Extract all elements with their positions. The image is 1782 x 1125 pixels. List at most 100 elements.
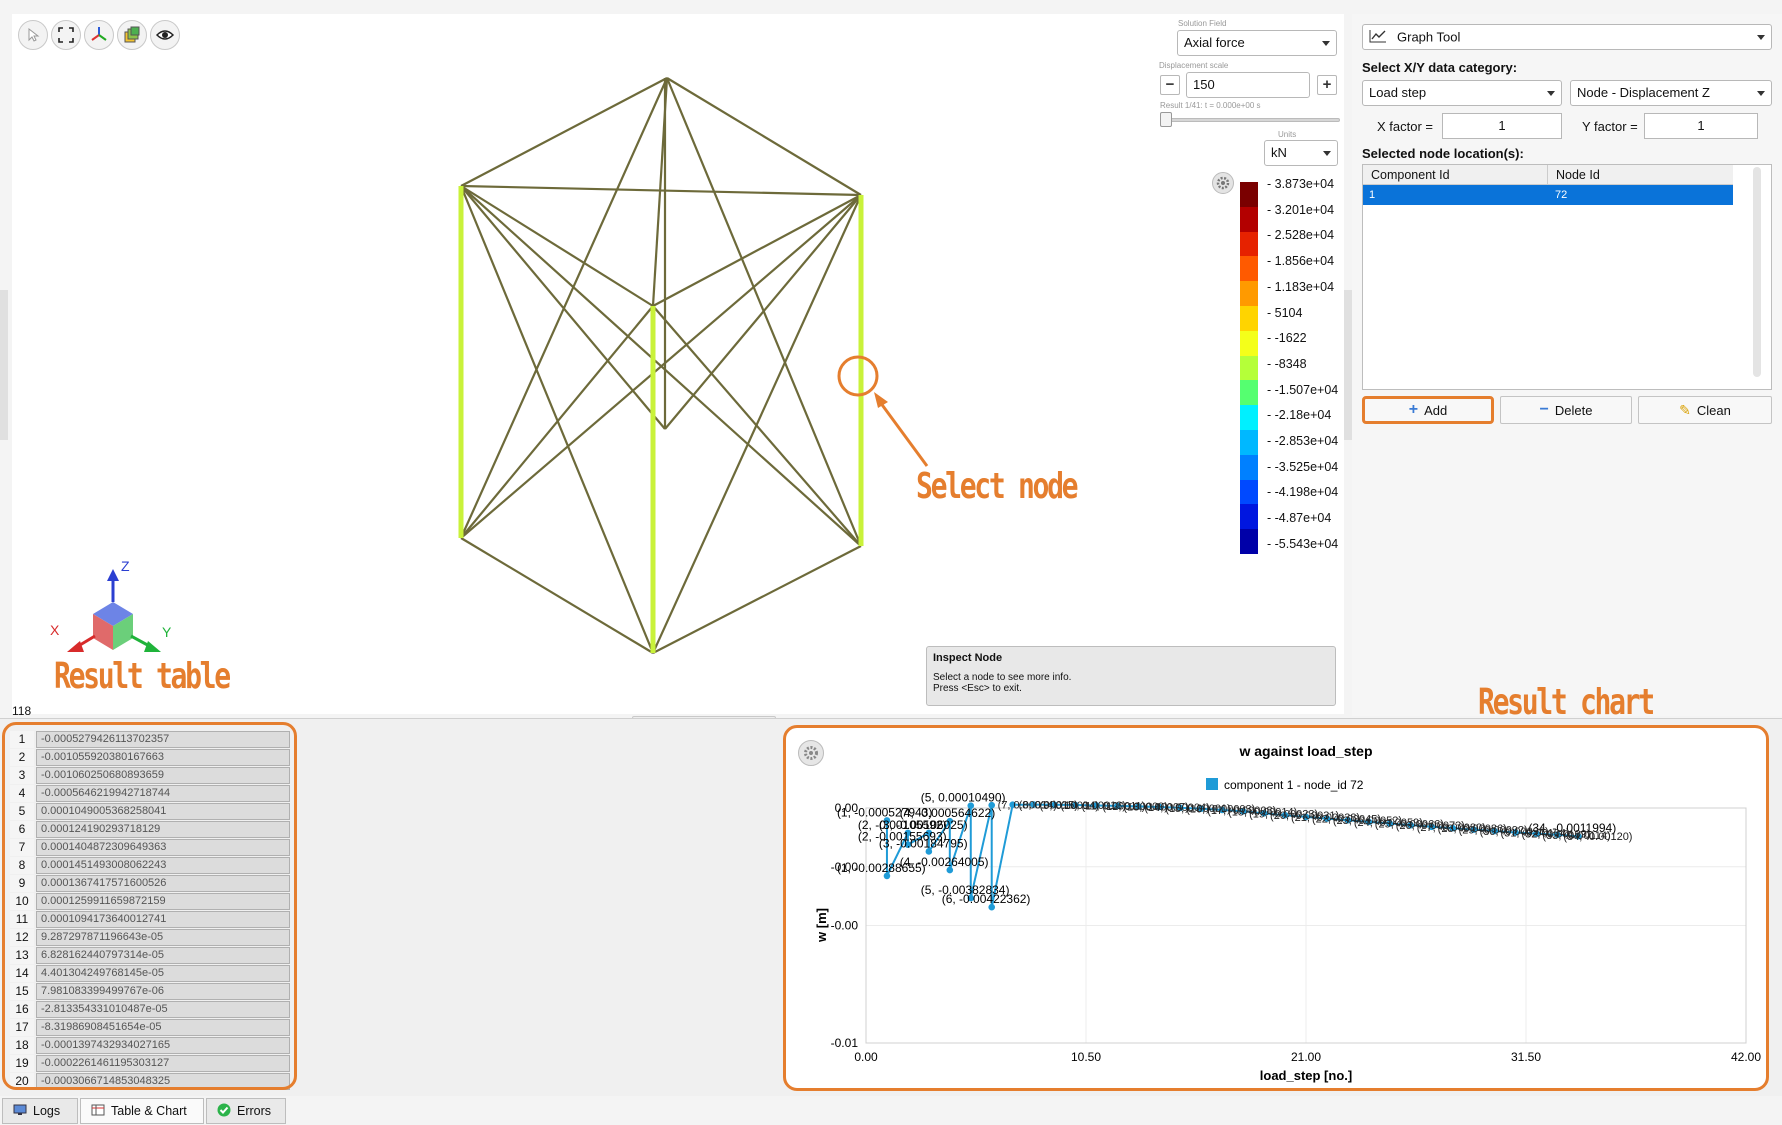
3d-viewport[interactable]: Z X Y 118 Solution Field Axial force Dis… [12, 14, 1344, 718]
delete-button[interactable]: − Delete [1500, 396, 1632, 424]
y-tick-label: -0.01 [831, 1036, 859, 1050]
selected-nodes-table[interactable]: Component Id Node Id 1 72 [1362, 164, 1772, 390]
solution-field-label: Solution Field [1178, 19, 1227, 28]
axis-z-label: Z [121, 558, 130, 574]
cell-node-id: 72 [1555, 189, 1568, 201]
left-splitter[interactable] [0, 290, 8, 440]
tab-table-chart[interactable]: Table & Chart [80, 1098, 204, 1124]
table-row[interactable]: 1 72 [1363, 185, 1733, 205]
y-factor-label: Y factor = [1582, 119, 1638, 134]
legend-color-swatch [1240, 330, 1258, 357]
plus-icon: + [1408, 401, 1419, 418]
x-category-select[interactable]: Load step [1362, 80, 1562, 106]
data-label: (3, -0.00184795) [879, 836, 968, 850]
data-label: (5, 0.00010490) [921, 791, 1006, 805]
result-step-slider[interactable] [1160, 118, 1340, 122]
displacement-scale-value: 150 [1193, 77, 1215, 92]
legend-color-swatch [1240, 206, 1258, 233]
select-node-annotation: Select node [916, 466, 1079, 507]
legend-label: - -4.87e+04 [1267, 511, 1332, 526]
legend-color-swatch [1240, 281, 1258, 307]
truss-model[interactable] [12, 14, 1344, 714]
legend-color-swatch [1240, 430, 1258, 456]
increase-scale-button[interactable]: + [1317, 75, 1337, 95]
tab-errors[interactable]: Errors [206, 1098, 286, 1124]
legend-label: - -5.543e+04 [1267, 536, 1339, 551]
right-splitter[interactable] [1344, 290, 1352, 440]
legend-label: - 5104 [1267, 305, 1303, 320]
chart-line-icon [1369, 29, 1387, 47]
graph-tool-title: Graph Tool [1397, 29, 1461, 45]
legend-series-label: component 1 - node_id 72 [1224, 778, 1364, 792]
scrollbar[interactable] [1753, 167, 1761, 377]
legend-color-swatch [1240, 380, 1258, 406]
broom-icon: ✎ [1679, 401, 1691, 418]
result-chart-annotation: Result chart [1478, 682, 1655, 723]
legend-color-swatch [1240, 182, 1258, 208]
legend-label: - -3.525e+04 [1267, 459, 1339, 474]
legend-color-swatch [1240, 256, 1258, 282]
graph-tool-select[interactable]: Graph Tool [1362, 24, 1772, 50]
legend-label: - -2.853e+04 [1267, 434, 1339, 448]
x-tick-label: 0.00 [854, 1050, 878, 1064]
result-chart-panel[interactable]: 0.00 10.50 21.00 31.50 42.00 0.00 -0.00 -0.00 -0… [783, 725, 1769, 1091]
tab-logs[interactable]: Logs [2, 1098, 78, 1124]
monitor-icon [13, 1104, 27, 1119]
inspect-node-line2: Press <Esc> to exit. [933, 683, 1022, 694]
legend-label: - 3.201e+04 [1267, 202, 1335, 217]
graph-tool-panel: Graph Tool Select X/Y data category: Loa… [1352, 14, 1782, 723]
column-header-component-id[interactable]: Component Id [1363, 165, 1548, 185]
legend-label: - -1622 [1267, 331, 1307, 346]
color-legend-bar [1240, 182, 1258, 555]
displacement-scale-label: Displacement scale [1159, 61, 1229, 70]
select-category-label: Select X/Y data category: [1362, 60, 1518, 75]
bottom-dock: 1 -0.0005279426113702357 2 -0.0010559203801… [0, 718, 1782, 1096]
inspect-node-panel: Inspect Node Select a node to see more i… [926, 646, 1336, 706]
displacement-scale-input[interactable]: 150 [1186, 72, 1310, 98]
legend-label: - -8348 [1267, 356, 1307, 371]
clean-button[interactable]: ✎ Clean [1638, 396, 1772, 424]
legend-color-swatch [1240, 529, 1258, 555]
x-factor-label: X factor = [1377, 119, 1433, 134]
tab-logs-label: Logs [33, 1104, 61, 1118]
x-category-value: Load step [1369, 85, 1427, 100]
legend-color-swatch [1240, 479, 1258, 505]
legend-color-swatch [1240, 231, 1258, 257]
x-tick-label: 21.00 [1291, 1050, 1321, 1064]
add-button[interactable]: + Add [1362, 396, 1494, 424]
legend-color-swatch [1240, 355, 1258, 381]
selected-nodes-label: Selected node location(s): [1362, 146, 1524, 161]
x-tick-label: 10.50 [1071, 1050, 1101, 1064]
legend-color-swatch [1240, 405, 1258, 431]
chart-title: w against load_step [1238, 743, 1372, 759]
y-axis-label: w [m] [814, 908, 829, 943]
y-factor-input[interactable]: 1 [1644, 113, 1758, 139]
inspect-node-title: Inspect Node [933, 652, 1003, 664]
solution-field-select[interactable]: Axial force [1177, 30, 1337, 56]
units-select[interactable]: kN [1264, 140, 1338, 166]
check-icon [217, 1103, 231, 1120]
table-icon [91, 1104, 105, 1119]
axis-x-label: X [50, 622, 60, 638]
axis-y-label: Y [162, 624, 172, 640]
legend-label: - -4.198e+04 [1267, 485, 1339, 500]
tab-table-chart-label: Table & Chart [111, 1104, 187, 1118]
column-header-node-id[interactable]: Node Id [1548, 165, 1733, 185]
x-tick-label: 42.00 [1731, 1050, 1761, 1064]
decrease-scale-button[interactable]: − [1160, 75, 1180, 95]
cell-component-id: 1 [1369, 189, 1376, 201]
legend-label: - -1.507e+04 [1267, 382, 1339, 397]
add-label: Add [1424, 402, 1448, 418]
x-factor-input[interactable]: 1 [1442, 113, 1562, 139]
legend-label: - -2.18e+04 [1267, 408, 1332, 423]
legend-settings-gear-icon[interactable] [1212, 172, 1234, 194]
legend-color-swatch [1240, 306, 1258, 332]
y-tick-label: -0.00 [831, 919, 859, 933]
x-tick-label: 31.50 [1511, 1050, 1541, 1064]
result-step-label: Result 1/41: t = 0.000e+00 s [1160, 101, 1261, 110]
result-step-slider-handle[interactable] [1160, 112, 1172, 127]
minus-icon: − [1539, 401, 1549, 418]
y-category-select[interactable]: Node - Displacement Z [1570, 80, 1772, 106]
app-window: Z X Y 118 Solution Field Axial force Dis… [0, 0, 1782, 1125]
result-chart[interactable]: 0.00 10.50 21.00 31.50 42.000.00-0.00-0.00-0… [786, 728, 1766, 1088]
